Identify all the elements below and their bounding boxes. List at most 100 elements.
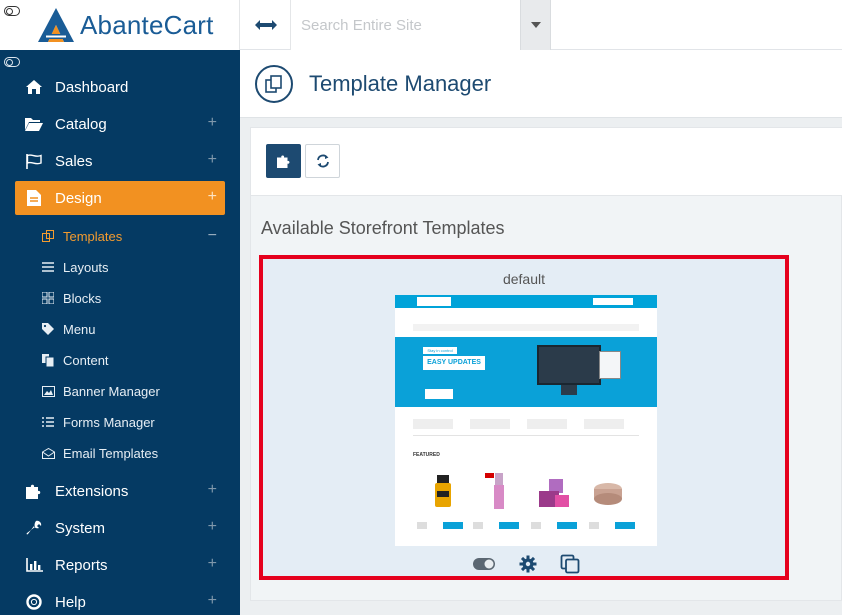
collapse-minus-icon[interactable]: − — [208, 227, 217, 245]
site-search-input[interactable] — [291, 0, 520, 50]
template-clone-button[interactable] — [559, 553, 581, 575]
sidebar-subitem-blocks[interactable]: Blocks — [15, 286, 225, 310]
sidebar-item-system[interactable]: System + — [15, 511, 225, 545]
template-preview-image[interactable]: Stay in control EASY UPDATES FEATURED — [395, 295, 657, 546]
copy-icon — [560, 554, 580, 574]
expand-plus-icon[interactable]: + — [208, 593, 217, 609]
sidebar-item-label: Help — [55, 593, 86, 611]
search-dropdown-button[interactable] — [520, 0, 551, 50]
preview-feature-box — [470, 419, 510, 429]
expand-plus-icon[interactable]: + — [208, 556, 217, 572]
puzzle-icon — [25, 482, 43, 500]
sidebar-item-help[interactable]: Help + — [15, 585, 225, 615]
blocks-icon — [41, 291, 55, 305]
extensions-store-button[interactable] — [266, 144, 301, 178]
preview-feature-box — [413, 419, 453, 429]
sidebar-collapse-icon[interactable] — [4, 57, 20, 67]
logo-area: AbanteCart — [0, 0, 240, 50]
sidebar-item-design[interactable]: Design + — [15, 181, 225, 215]
sidebar-subitem-label: Menu — [63, 321, 96, 337]
preview-add-to-cart — [417, 522, 463, 529]
preview-add-to-cart — [531, 522, 577, 529]
life-ring-icon — [25, 593, 43, 611]
toolbar — [251, 128, 842, 196]
sidebar-subitem-label: Email Templates — [63, 445, 159, 461]
sidebar-toggle-icon[interactable] — [4, 6, 20, 16]
puzzle-icon — [276, 155, 289, 168]
expand-plus-icon[interactable]: + — [208, 482, 217, 498]
sidebar-subitem-label: Blocks — [63, 290, 102, 306]
expand-plus-icon[interactable]: + — [208, 115, 217, 131]
abantecart-logo-icon[interactable] — [36, 7, 76, 43]
sidebar-subitem-label: Templates — [63, 228, 123, 244]
sidebar-item-label: Sales — [55, 152, 93, 170]
page-header: Template Manager — [240, 50, 842, 118]
expand-arrows-button[interactable] — [241, 0, 291, 50]
preview-banner-headline: EASY UPDATES — [423, 356, 485, 370]
sidebar-item-catalog[interactable]: Catalog + — [15, 107, 225, 141]
sidebar-subitem-forms-manager[interactable]: Forms Manager — [15, 410, 225, 434]
template-status-toggle[interactable] — [472, 553, 496, 575]
sidebar-item-extensions[interactable]: Extensions + — [15, 474, 225, 508]
envelope-icon — [41, 446, 55, 460]
preview-monitor-stand — [561, 385, 577, 395]
sidebar-item-dashboard[interactable]: Dashboard — [15, 70, 225, 104]
image-icon — [41, 384, 55, 398]
preview-header — [395, 295, 657, 308]
preview-subheader — [395, 308, 657, 324]
expand-plus-icon[interactable]: + — [208, 519, 217, 535]
sidebar-subitem-banner-manager[interactable]: Banner Manager — [15, 379, 225, 403]
template-manager-icon — [255, 65, 293, 103]
preview-product-image — [485, 471, 513, 513]
preview-menu — [413, 324, 639, 331]
wrench-icon — [25, 519, 43, 537]
list-alt-icon — [41, 415, 55, 429]
template-card[interactable]: default Stay in control EASY UPDATES FEA… — [259, 255, 789, 580]
copy-icon — [41, 229, 55, 243]
template-settings-button[interactable] — [518, 553, 538, 575]
sidebar-subitem-templates[interactable]: Templates − — [15, 224, 225, 248]
sidebar-item-reports[interactable]: Reports + — [15, 548, 225, 582]
preview-search — [593, 298, 633, 305]
arrows-horizontal-icon — [254, 20, 277, 30]
flag-icon — [25, 152, 43, 170]
file-icon — [25, 189, 43, 207]
toggle-switch-icon — [473, 558, 495, 570]
sidebar-subitem-layouts[interactable]: Layouts — [15, 255, 225, 279]
tag-icon — [41, 322, 55, 336]
folder-open-icon — [25, 115, 43, 133]
sidebar-subitem-label: Forms Manager — [63, 414, 155, 430]
files-icon — [41, 353, 55, 367]
sidebar-subitem-label: Layouts — [63, 259, 109, 275]
sidebar-item-label: Reports — [55, 556, 108, 574]
sidebar-subitem-content[interactable]: Content — [15, 348, 225, 372]
sidebar: Dashboard Catalog + Sales + Design + Tem… — [0, 50, 240, 615]
preview-feature-box — [584, 419, 624, 429]
refresh-icon — [316, 154, 329, 168]
top-bar: AbanteCart — [0, 0, 842, 50]
bar-chart-icon — [25, 556, 43, 574]
preview-banner-button — [425, 389, 453, 399]
sidebar-subitem-email-templates[interactable]: Email Templates — [15, 441, 225, 465]
template-name: default — [502, 271, 546, 287]
gear-icon — [519, 555, 537, 573]
expand-plus-icon[interactable]: + — [208, 189, 217, 205]
preview-add-to-cart — [473, 522, 519, 529]
preview-product-image — [591, 471, 625, 513]
preview-feature-box — [527, 419, 567, 429]
sidebar-subitem-label: Banner Manager — [63, 383, 160, 399]
sidebar-item-sales[interactable]: Sales + — [15, 144, 225, 178]
preview-divider — [413, 435, 639, 436]
home-icon — [25, 78, 43, 96]
list-icon — [41, 260, 55, 274]
preview-banner-tag: Stay in control — [423, 347, 457, 354]
content-panel: Available Storefront Templates default S… — [250, 127, 842, 601]
sidebar-subitem-menu[interactable]: Menu — [15, 317, 225, 341]
refresh-button[interactable] — [305, 144, 340, 178]
brand-name[interactable]: AbanteCart — [80, 10, 214, 41]
preview-product-image — [429, 471, 457, 513]
expand-plus-icon[interactable]: + — [208, 152, 217, 168]
template-actions — [263, 553, 785, 575]
sidebar-subitem-label: Content — [63, 352, 109, 368]
preview-banner: Stay in control EASY UPDATES — [395, 337, 657, 407]
